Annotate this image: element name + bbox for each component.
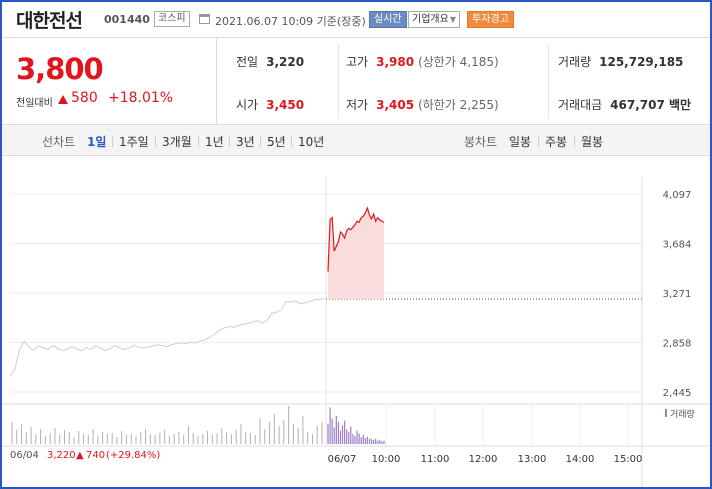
stat-label: 시가 bbox=[236, 98, 259, 112]
tab-monthly-candle[interactable]: 월봉 bbox=[581, 133, 603, 150]
stat-label: 거래대금 bbox=[558, 98, 603, 112]
stat-value: 3,980 bbox=[376, 55, 415, 69]
stat-value: 125,729,185 bbox=[599, 55, 684, 69]
date-time: 2021.06.07 10:09 기준(장중) bbox=[215, 15, 366, 28]
stat-label: 거래량 bbox=[558, 55, 592, 69]
tab-weekly-candle[interactable]: 주봉 bbox=[545, 133, 567, 150]
company-info-dropdown[interactable]: 기업개요▼ bbox=[408, 11, 460, 28]
up-arrow-icon: ▲ bbox=[76, 450, 84, 461]
investment-warning-badge[interactable]: 투자경고 bbox=[467, 11, 514, 28]
y-tick-label: 2,858 bbox=[663, 339, 692, 350]
price-chart[interactable]: 4,097 3,684 3,271 2,858 2,445 거래량 06/07 10:00 11… bbox=[2, 157, 710, 487]
x-tick-label: 14:00 bbox=[566, 454, 595, 465]
divider bbox=[260, 136, 261, 147]
tab-daily-candle[interactable]: 일봉 bbox=[509, 133, 531, 150]
candle-chart-title: 봉차트 bbox=[464, 135, 498, 149]
divider bbox=[338, 44, 339, 118]
x-tick-label: 10:00 bbox=[372, 454, 401, 465]
volume-legend-swatch bbox=[665, 409, 667, 417]
stock-name[interactable]: 대한전선 bbox=[16, 6, 83, 33]
prev-day-price-line bbox=[9, 298, 325, 377]
prev-price: 3,220 bbox=[47, 450, 76, 461]
stat-label: 전일 bbox=[236, 55, 259, 69]
volume-legend-label: 거래량 bbox=[670, 408, 695, 420]
divider bbox=[548, 44, 549, 118]
tab-1week[interactable]: 1주일 bbox=[119, 133, 149, 150]
stats-panel: 전일 3,220 시가 3,450 고가 3,980 (상한가 4,185) 저가 3,4… bbox=[218, 38, 710, 124]
price-panel: 3,800 전일대비 580 +18.01% bbox=[2, 38, 217, 124]
divider bbox=[538, 136, 539, 147]
divider bbox=[574, 136, 575, 147]
tab-3years[interactable]: 3년 bbox=[236, 133, 255, 150]
chevron-down-icon: ▼ bbox=[449, 15, 456, 24]
y-tick-label: 3,271 bbox=[663, 289, 692, 300]
stat-high: 고가 3,980 (상한가 4,185) bbox=[346, 53, 499, 70]
tab-1day[interactable]: 1일 bbox=[87, 133, 106, 150]
divider bbox=[229, 136, 230, 147]
y-tick-label: 4,097 bbox=[663, 190, 692, 201]
chart-tab-bar: 선차트 1일 1주일 3개월 1년 3년 5년 10년 봉차트 일봉 주봉 월봉 bbox=[2, 124, 710, 156]
lower-limit: (하한가 2,255) bbox=[418, 98, 499, 112]
prev-change: 740 bbox=[86, 450, 106, 461]
stock-header: 대한전선 001440 코스피 2021.06.07 10:09 기준(장중) … bbox=[2, 2, 710, 38]
x-tick-label: 13:00 bbox=[518, 454, 547, 465]
change-value: 580 bbox=[71, 90, 98, 106]
stat-label: 저가 bbox=[346, 98, 369, 112]
change-label: 전일대비 bbox=[16, 98, 53, 109]
tab-1year[interactable]: 1년 bbox=[205, 133, 224, 150]
stock-code: 001440 bbox=[104, 13, 150, 26]
tab-5years[interactable]: 5년 bbox=[267, 133, 286, 150]
stat-trade-value: 거래대금 467,707 백만 bbox=[558, 96, 691, 113]
tab-10years[interactable]: 10년 bbox=[298, 133, 324, 150]
chart-area[interactable]: 4,097 3,684 3,271 2,858 2,445 거래량 06/07 10:00 11… bbox=[2, 157, 710, 487]
stat-value: 3,220 bbox=[266, 55, 305, 69]
prev-percent: (+29.84%) bbox=[106, 450, 161, 461]
line-chart-title: 선차트 bbox=[42, 135, 76, 149]
stat-volume: 거래량 125,729,185 bbox=[558, 53, 683, 70]
x-tick-label: 15:00 bbox=[614, 454, 643, 465]
market-badge: 코스피 bbox=[154, 11, 190, 27]
up-arrow-icon bbox=[58, 95, 68, 104]
stat-value: 467,707 백만 bbox=[610, 98, 692, 112]
prev-date: 06/04 bbox=[10, 450, 39, 461]
current-price: 3,800 bbox=[16, 52, 104, 86]
upper-limit: (상한가 4,185) bbox=[418, 55, 499, 69]
divider bbox=[112, 136, 113, 147]
tab-3months[interactable]: 3개월 bbox=[162, 133, 192, 150]
stat-value: 3,405 bbox=[376, 98, 415, 112]
y-tick-label: 3,684 bbox=[663, 240, 692, 251]
company-info-label: 기업개요 bbox=[412, 14, 449, 25]
divider bbox=[198, 136, 199, 147]
live-button[interactable]: 실시간 bbox=[369, 11, 407, 28]
divider bbox=[155, 136, 156, 147]
stat-open: 시가 3,450 bbox=[236, 96, 304, 113]
stat-label: 고가 bbox=[346, 55, 369, 69]
stat-prev-close: 전일 3,220 bbox=[236, 53, 304, 70]
stat-value: 3,450 bbox=[266, 98, 305, 112]
x-tick-label: 06/07 bbox=[328, 454, 357, 465]
x-tick-label: 12:00 bbox=[469, 454, 498, 465]
change-percent: +18.01% bbox=[108, 90, 174, 106]
stat-low: 저가 3,405 (하한가 2,255) bbox=[346, 96, 499, 113]
calendar-icon bbox=[199, 14, 210, 24]
divider bbox=[291, 136, 292, 147]
x-tick-label: 11:00 bbox=[421, 454, 450, 465]
y-tick-label: 2,445 bbox=[663, 388, 692, 399]
